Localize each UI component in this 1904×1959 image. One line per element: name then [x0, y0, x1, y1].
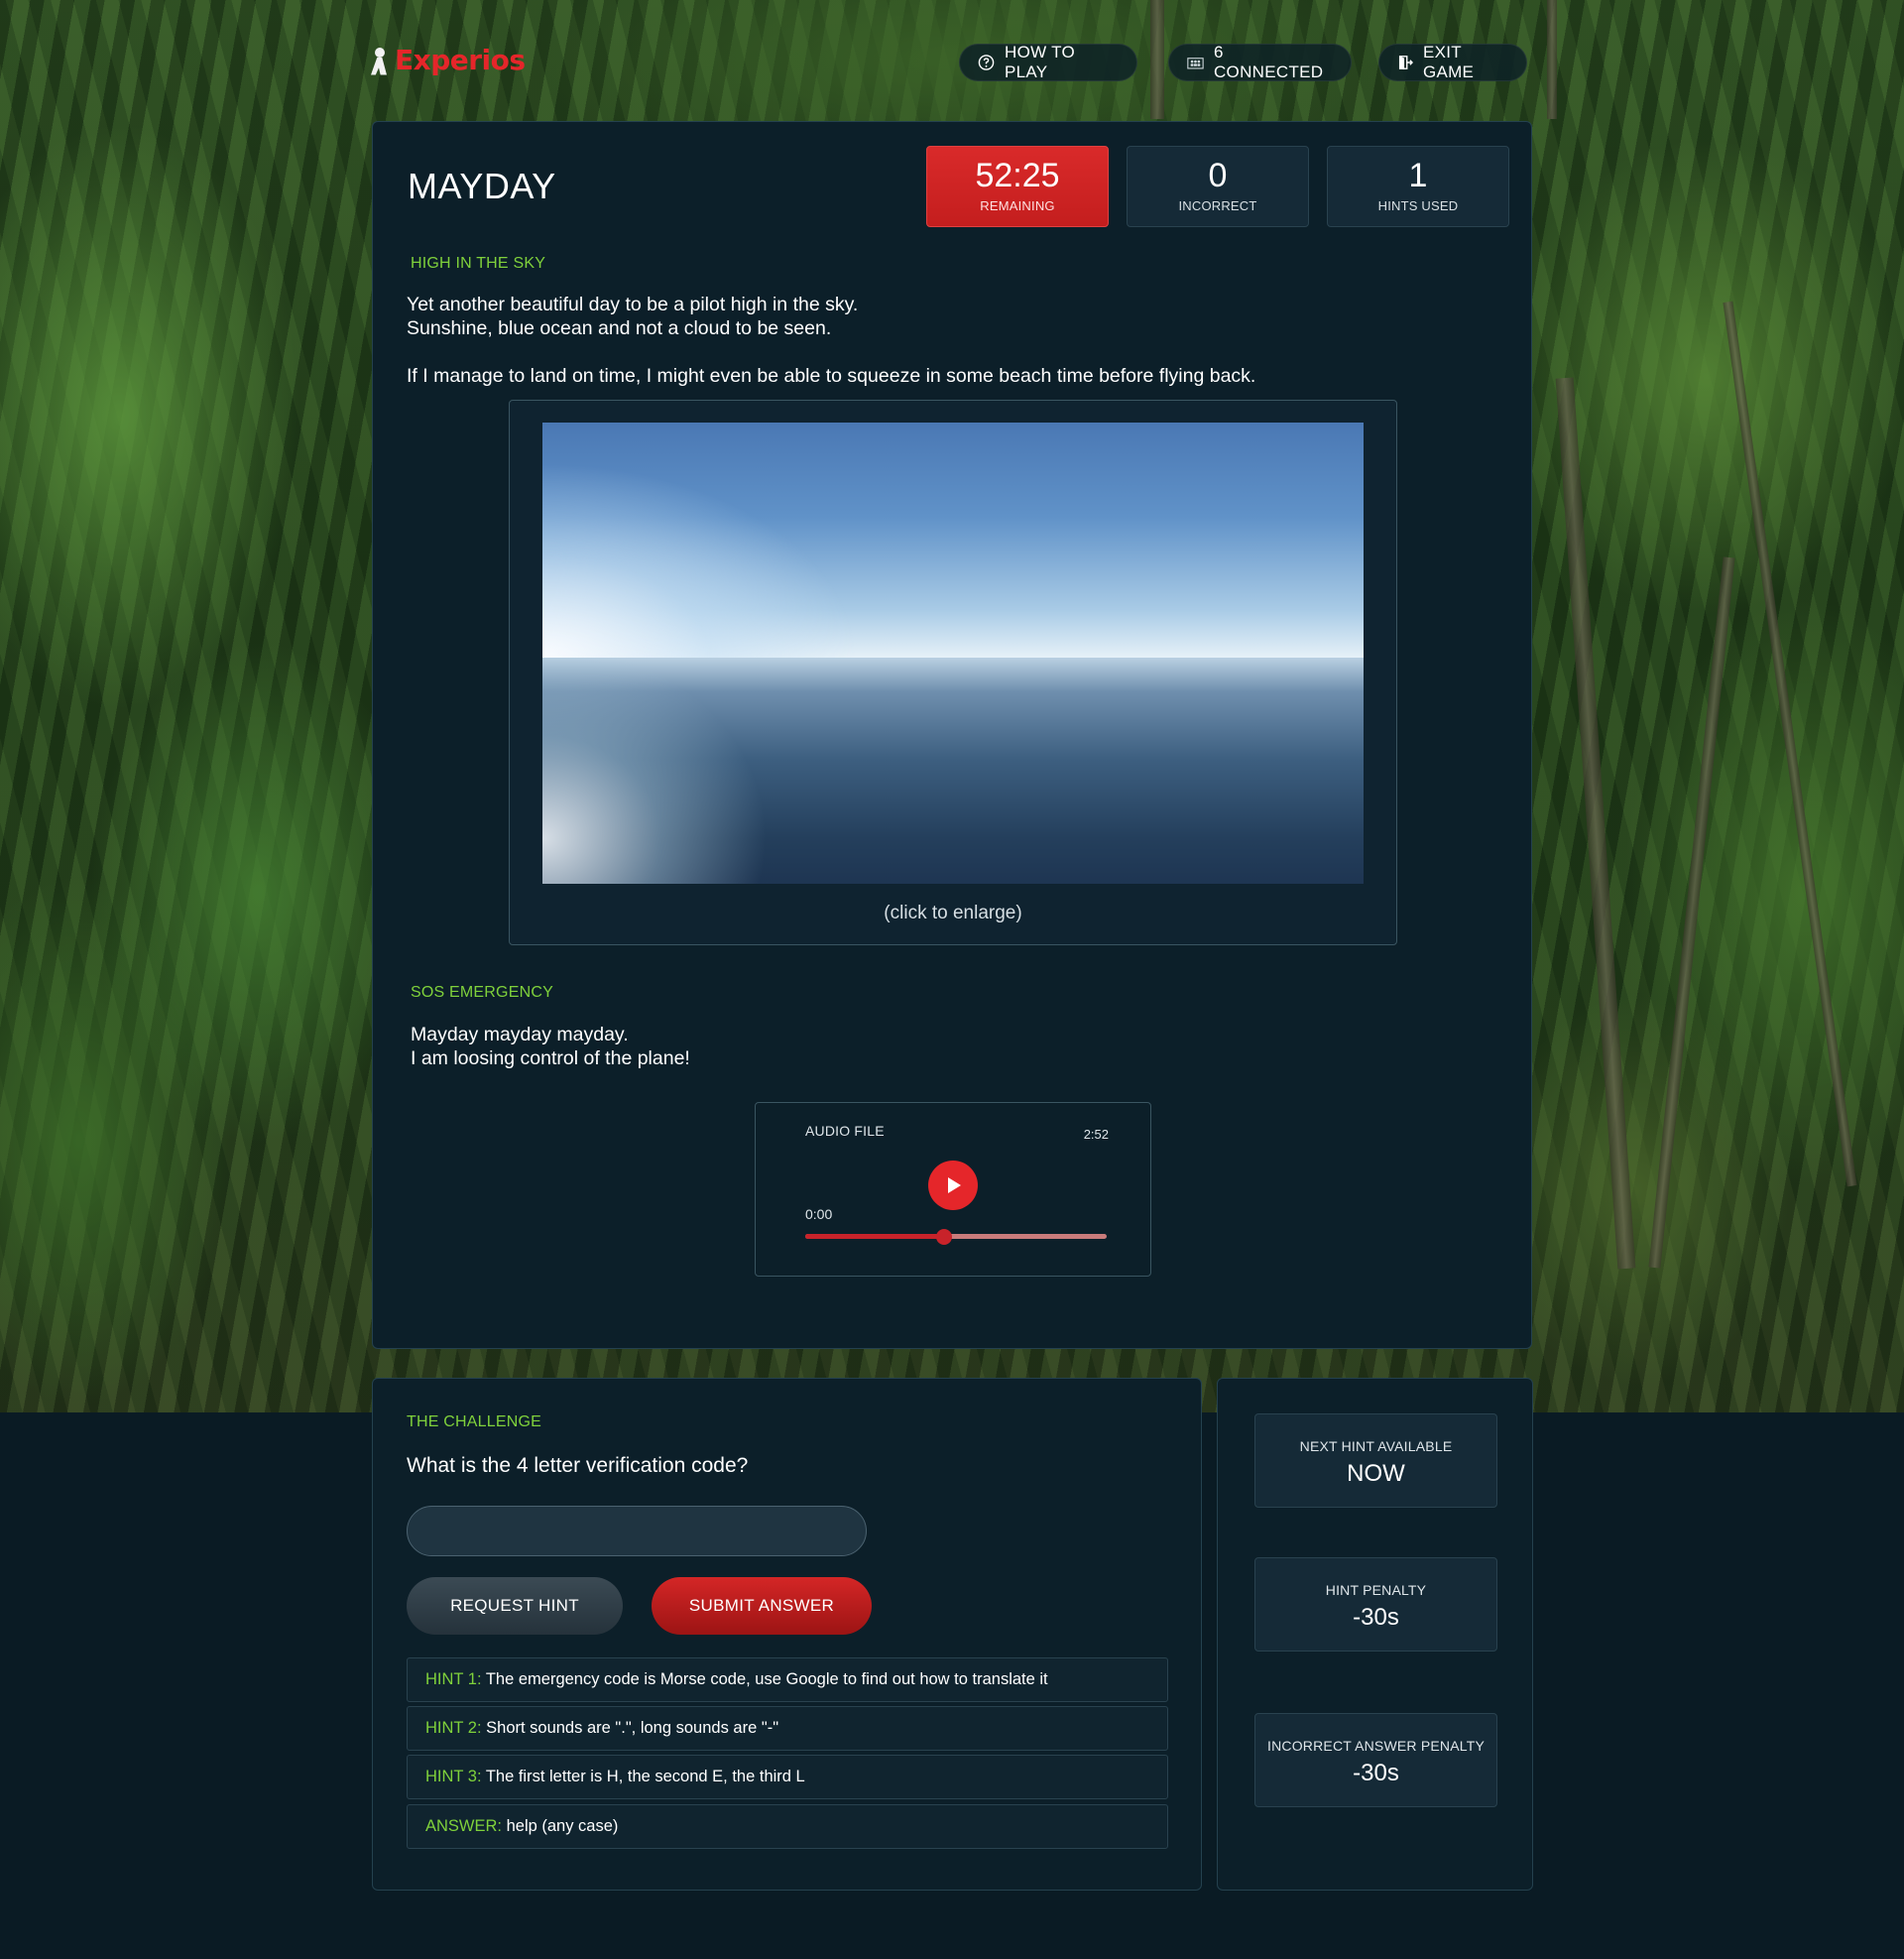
audio-progress-fill [805, 1234, 944, 1239]
exit-game-button[interactable]: EXIT GAME [1378, 43, 1527, 81]
audio-current-time: 0:00 [805, 1206, 833, 1222]
hint-row-3: HINT 3: The first letter is H, the secon… [407, 1755, 1168, 1799]
hint-key: HINT 1: [425, 1670, 482, 1688]
hints-used-stat: 1 HINTS USED [1327, 146, 1509, 227]
challenge-question: What is the 4 letter verification code? [407, 1454, 749, 1477]
logo-icon [371, 46, 391, 75]
audio-player: AUDIO FILE 2:52 0:00 [755, 1102, 1151, 1277]
connected-count-label: 6 CONNECTED [1213, 43, 1324, 81]
how-to-play-label: HOW TO PLAY [1005, 43, 1076, 81]
section-label-sos-emergency: SOS EMERGENCY [411, 984, 553, 1001]
sky-ocean-image[interactable] [542, 423, 1364, 884]
answer-row: ANSWER: help (any case) [407, 1804, 1168, 1849]
hint-info-panel: NEXT HINT AVAILABLE NOW HINT PENALTY -30… [1217, 1378, 1533, 1891]
audio-title: AUDIO FILE [805, 1123, 885, 1139]
question-circle-icon [978, 55, 995, 70]
hints-used-value: 1 [1408, 157, 1428, 194]
incorrect-stat: 0 INCORRECT [1127, 146, 1309, 227]
audio-progress-handle[interactable] [935, 1229, 952, 1245]
time-remaining-stat: 52:25 REMAINING [926, 146, 1109, 227]
sky-image-frame[interactable]: (click to enlarge) [509, 400, 1397, 945]
time-remaining-value: 52:25 [975, 157, 1060, 194]
audio-duration: 2:52 [1083, 1127, 1109, 1142]
logo-text: Experios [395, 44, 526, 76]
image-caption: (click to enlarge) [884, 903, 1022, 923]
incorrect-penalty-card: INCORRECT ANSWER PENALTY -30s [1254, 1713, 1497, 1807]
hint-key: HINT 3: [425, 1768, 482, 1785]
incorrect-value: 0 [1208, 157, 1228, 194]
section-label-the-challenge: THE CHALLENGE [407, 1413, 541, 1430]
answer-key: ANSWER: [425, 1817, 503, 1835]
hint-key: HINT 2: [425, 1719, 482, 1737]
challenge-panel: THE CHALLENGE What is the 4 letter verif… [372, 1378, 1202, 1891]
hint-text: The first letter is H, the second E, the… [481, 1768, 805, 1785]
hint-text: Short sounds are ".", long sounds are "-… [481, 1719, 779, 1737]
top-bar: Experios HOW TO PLAY 6 CONNECTED EXIT GA… [0, 0, 1904, 119]
submit-answer-button[interactable]: SUBMIT ANSWER [652, 1577, 872, 1635]
story-line-2: Sunshine, blue ocean and not a cloud to … [407, 317, 832, 339]
incorrect-penalty-value: -30s [1353, 1760, 1399, 1786]
puzzle-panel: MAYDAY 52:25 REMAINING 0 INCORRECT 1 HIN… [372, 121, 1532, 1349]
incorrect-label: INCORRECT [1178, 198, 1257, 213]
audio-progress-track[interactable] [805, 1229, 1107, 1245]
exit-door-icon [1398, 56, 1413, 70]
hint-penalty-value: -30s [1353, 1604, 1399, 1631]
sos-line-1: Mayday mayday mayday. [411, 1024, 629, 1045]
answer-text: help (any case) [502, 1817, 619, 1835]
hints-used-label: HINTS USED [1377, 198, 1459, 213]
hint-row-2: HINT 2: Short sounds are ".", long sound… [407, 1706, 1168, 1751]
next-hint-card: NEXT HINT AVAILABLE NOW [1254, 1413, 1497, 1508]
how-to-play-button[interactable]: HOW TO PLAY [959, 43, 1137, 81]
time-remaining-label: REMAINING [980, 198, 1055, 213]
play-icon[interactable] [928, 1161, 978, 1210]
exit-game-label: EXIT GAME [1422, 43, 1475, 81]
hint-penalty-label: HINT PENALTY [1325, 1582, 1427, 1598]
sos-line-2: I am loosing control of the plane! [411, 1047, 690, 1069]
story-line-1: Yet another beautiful day to be a pilot … [407, 294, 859, 315]
answer-input[interactable] [407, 1506, 867, 1556]
people-icon [1187, 58, 1204, 69]
incorrect-penalty-label: INCORRECT ANSWER PENALTY [1267, 1738, 1485, 1754]
hint-row-1: HINT 1: The emergency code is Morse code… [407, 1657, 1168, 1702]
request-hint-button[interactable]: REQUEST HINT [407, 1577, 623, 1635]
logo[interactable]: Experios [371, 44, 526, 76]
section-label-high-in-the-sky: HIGH IN THE SKY [411, 255, 546, 272]
story-line-3: If I manage to land on time, I might eve… [407, 365, 1256, 387]
page-title: MAYDAY [408, 166, 556, 206]
next-hint-label: NEXT HINT AVAILABLE [1299, 1438, 1453, 1454]
hint-text: The emergency code is Morse code, use Go… [481, 1670, 1048, 1688]
next-hint-value: NOW [1347, 1460, 1405, 1487]
hint-penalty-card: HINT PENALTY -30s [1254, 1557, 1497, 1652]
connected-players-button[interactable]: 6 CONNECTED [1168, 43, 1352, 81]
